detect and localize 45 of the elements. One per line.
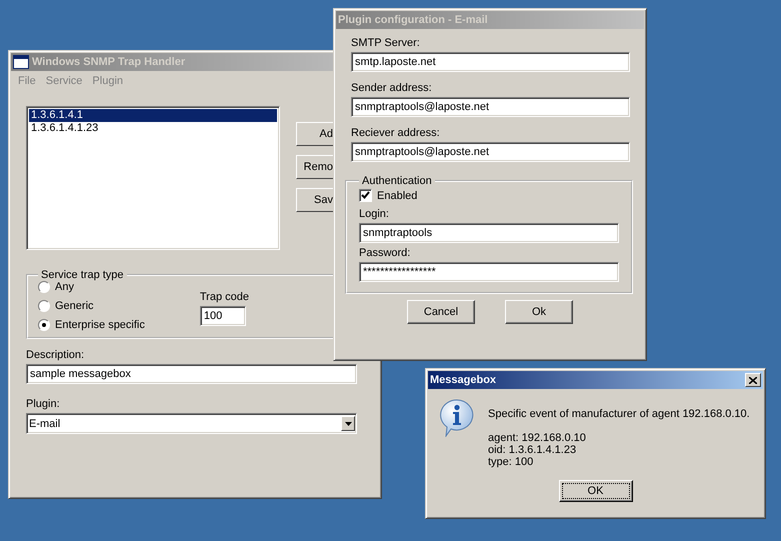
list-item[interactable]: 1.3.6.1.4.1 (29, 109, 277, 122)
oid-list[interactable]: 1.3.6.1.4.1 1.3.6.1.4.1.23 (26, 106, 280, 250)
dialog-button[interactable]: Cancel (407, 300, 475, 324)
field-label: Plugin: (26, 398, 60, 410)
close-icon[interactable] (749, 376, 757, 384)
window-title: Messagebox (430, 374, 498, 386)
radio-button[interactable] (38, 300, 50, 312)
detail-text: type: 100 (488, 456, 534, 468)
window-title: Plugin configuration - E-mail (338, 14, 489, 26)
close-button[interactable] (745, 373, 761, 387)
field-label: Trap code (200, 291, 249, 303)
radio-label: Any (55, 281, 74, 293)
field-label: Description: (26, 349, 84, 361)
list-item[interactable]: 1.3.6.1.4.1.23 (29, 122, 277, 135)
password-field[interactable]: ***************** (359, 262, 619, 282)
field-label: Login: (359, 208, 390, 220)
detail-text: agent: 192.168.0.10 (488, 432, 587, 444)
field-label: Reciever address: (351, 127, 441, 139)
radio-label: Generic (55, 300, 94, 312)
group-title: Authentication (361, 175, 433, 187)
radio-label: Enterprise specific (55, 319, 145, 331)
input-field[interactable]: smtp.laposte.net (351, 52, 630, 72)
push-button[interactable]: Sav (296, 188, 334, 212)
checkbox[interactable] (359, 189, 372, 202)
info-icon (440, 399, 474, 437)
field-label: SMTP Server: (351, 37, 421, 49)
ok-button[interactable]: OK (558, 480, 632, 502)
detail-text: oid: 1.3.6.1.4.1.23 (488, 444, 578, 456)
input-field[interactable]: 100 (200, 306, 246, 326)
dropdown[interactable]: E-mail (26, 413, 357, 434)
push-button[interactable]: Ad (296, 122, 334, 146)
field-label: Password: (359, 247, 412, 259)
message-text: Specific event of manufacturer of agent 192.168.0.10. (488, 408, 750, 420)
input-field[interactable]: snmptraptools@laposte.net (351, 97, 630, 117)
radio-button[interactable] (38, 281, 50, 293)
field-label: Sender address: (351, 82, 433, 94)
input-field[interactable]: sample messagebox (26, 364, 357, 384)
input-field[interactable]: snmptraptools@laposte.net (351, 142, 630, 162)
window-icon (13, 55, 29, 69)
input-field[interactable]: snmptraptools (359, 223, 619, 243)
dialog-button[interactable]: Ok (505, 300, 573, 324)
checkbox-label: Enabled (377, 190, 418, 202)
radio-button[interactable] (38, 319, 50, 331)
group-title: Service trap type (40, 269, 125, 281)
push-button[interactable]: Remo (296, 155, 334, 179)
